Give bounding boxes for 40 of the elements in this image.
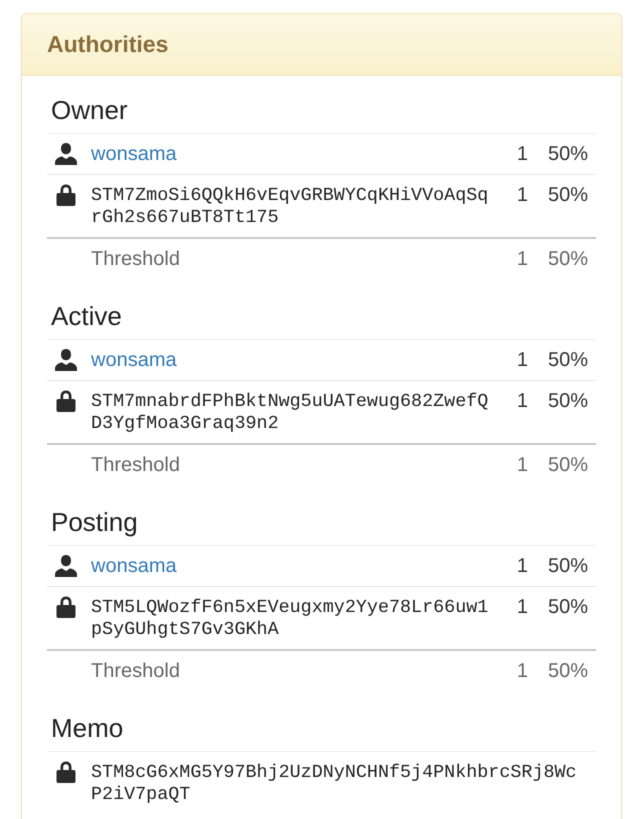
weight-value: 1 xyxy=(516,348,529,373)
percent-value: 50% xyxy=(546,183,589,208)
panel-title: Authorities xyxy=(47,31,168,58)
weight-value: 1 xyxy=(516,183,529,208)
threshold-label: Threshold xyxy=(91,454,180,476)
public-key-text: STM5LQWozfF6n5xEVeugxmy2Yye78Lr66uw1pSyGUhgtS7Gv3GKhA xyxy=(91,596,490,641)
section-title: Posting xyxy=(51,507,139,537)
public-key-text: STM7mnabrdFPhBktNwg5uUATewug682ZwefQD3YgfMoa3Graq39n2 xyxy=(91,390,490,435)
threshold-label: Threshold xyxy=(91,660,180,682)
percent-value: 50% xyxy=(546,453,589,478)
weight-value: 1 xyxy=(516,142,529,167)
weight-value: 1 xyxy=(516,453,529,478)
percent-value: 50% xyxy=(546,348,589,373)
weight-value: 1 xyxy=(516,659,529,684)
percent-value: 50% xyxy=(546,389,589,414)
percent-value: 50% xyxy=(546,554,589,579)
weight-value: 1 xyxy=(516,247,529,272)
weight-value: 1 xyxy=(516,554,529,579)
user-icon xyxy=(55,143,77,165)
lock-icon xyxy=(55,390,77,412)
percent-value: 50% xyxy=(546,142,589,167)
section-title: Owner xyxy=(51,95,129,125)
percent-value: 50% xyxy=(546,659,589,684)
lock-icon xyxy=(55,184,77,206)
weight-value: 1 xyxy=(516,595,529,620)
account-link[interactable]: wonsama xyxy=(91,555,177,577)
percent-value: 50% xyxy=(546,595,589,620)
threshold-label: Threshold xyxy=(91,248,180,270)
section-title: Memo xyxy=(51,713,124,743)
lock-icon xyxy=(55,761,77,783)
account-link[interactable]: wonsama xyxy=(91,349,177,371)
percent-value: 50% xyxy=(546,247,589,272)
weight-value: 1 xyxy=(516,389,529,414)
public-key-text: STM7ZmoSi6QQkH6vEqvGRBWYCqKHiVVoAqSqrGh2s667uBT8Tt175 xyxy=(91,184,490,229)
account-link[interactable]: wonsama xyxy=(91,143,177,165)
user-icon xyxy=(55,349,77,371)
user-icon xyxy=(55,555,77,577)
lock-icon xyxy=(55,596,77,618)
section-title: Active xyxy=(51,301,123,331)
public-key-text: STM8cG6xMG5Y97Bhj2UzDNyNCHNf5j4PNkhbrcSRj8WcP2iV7paQT xyxy=(91,761,578,806)
